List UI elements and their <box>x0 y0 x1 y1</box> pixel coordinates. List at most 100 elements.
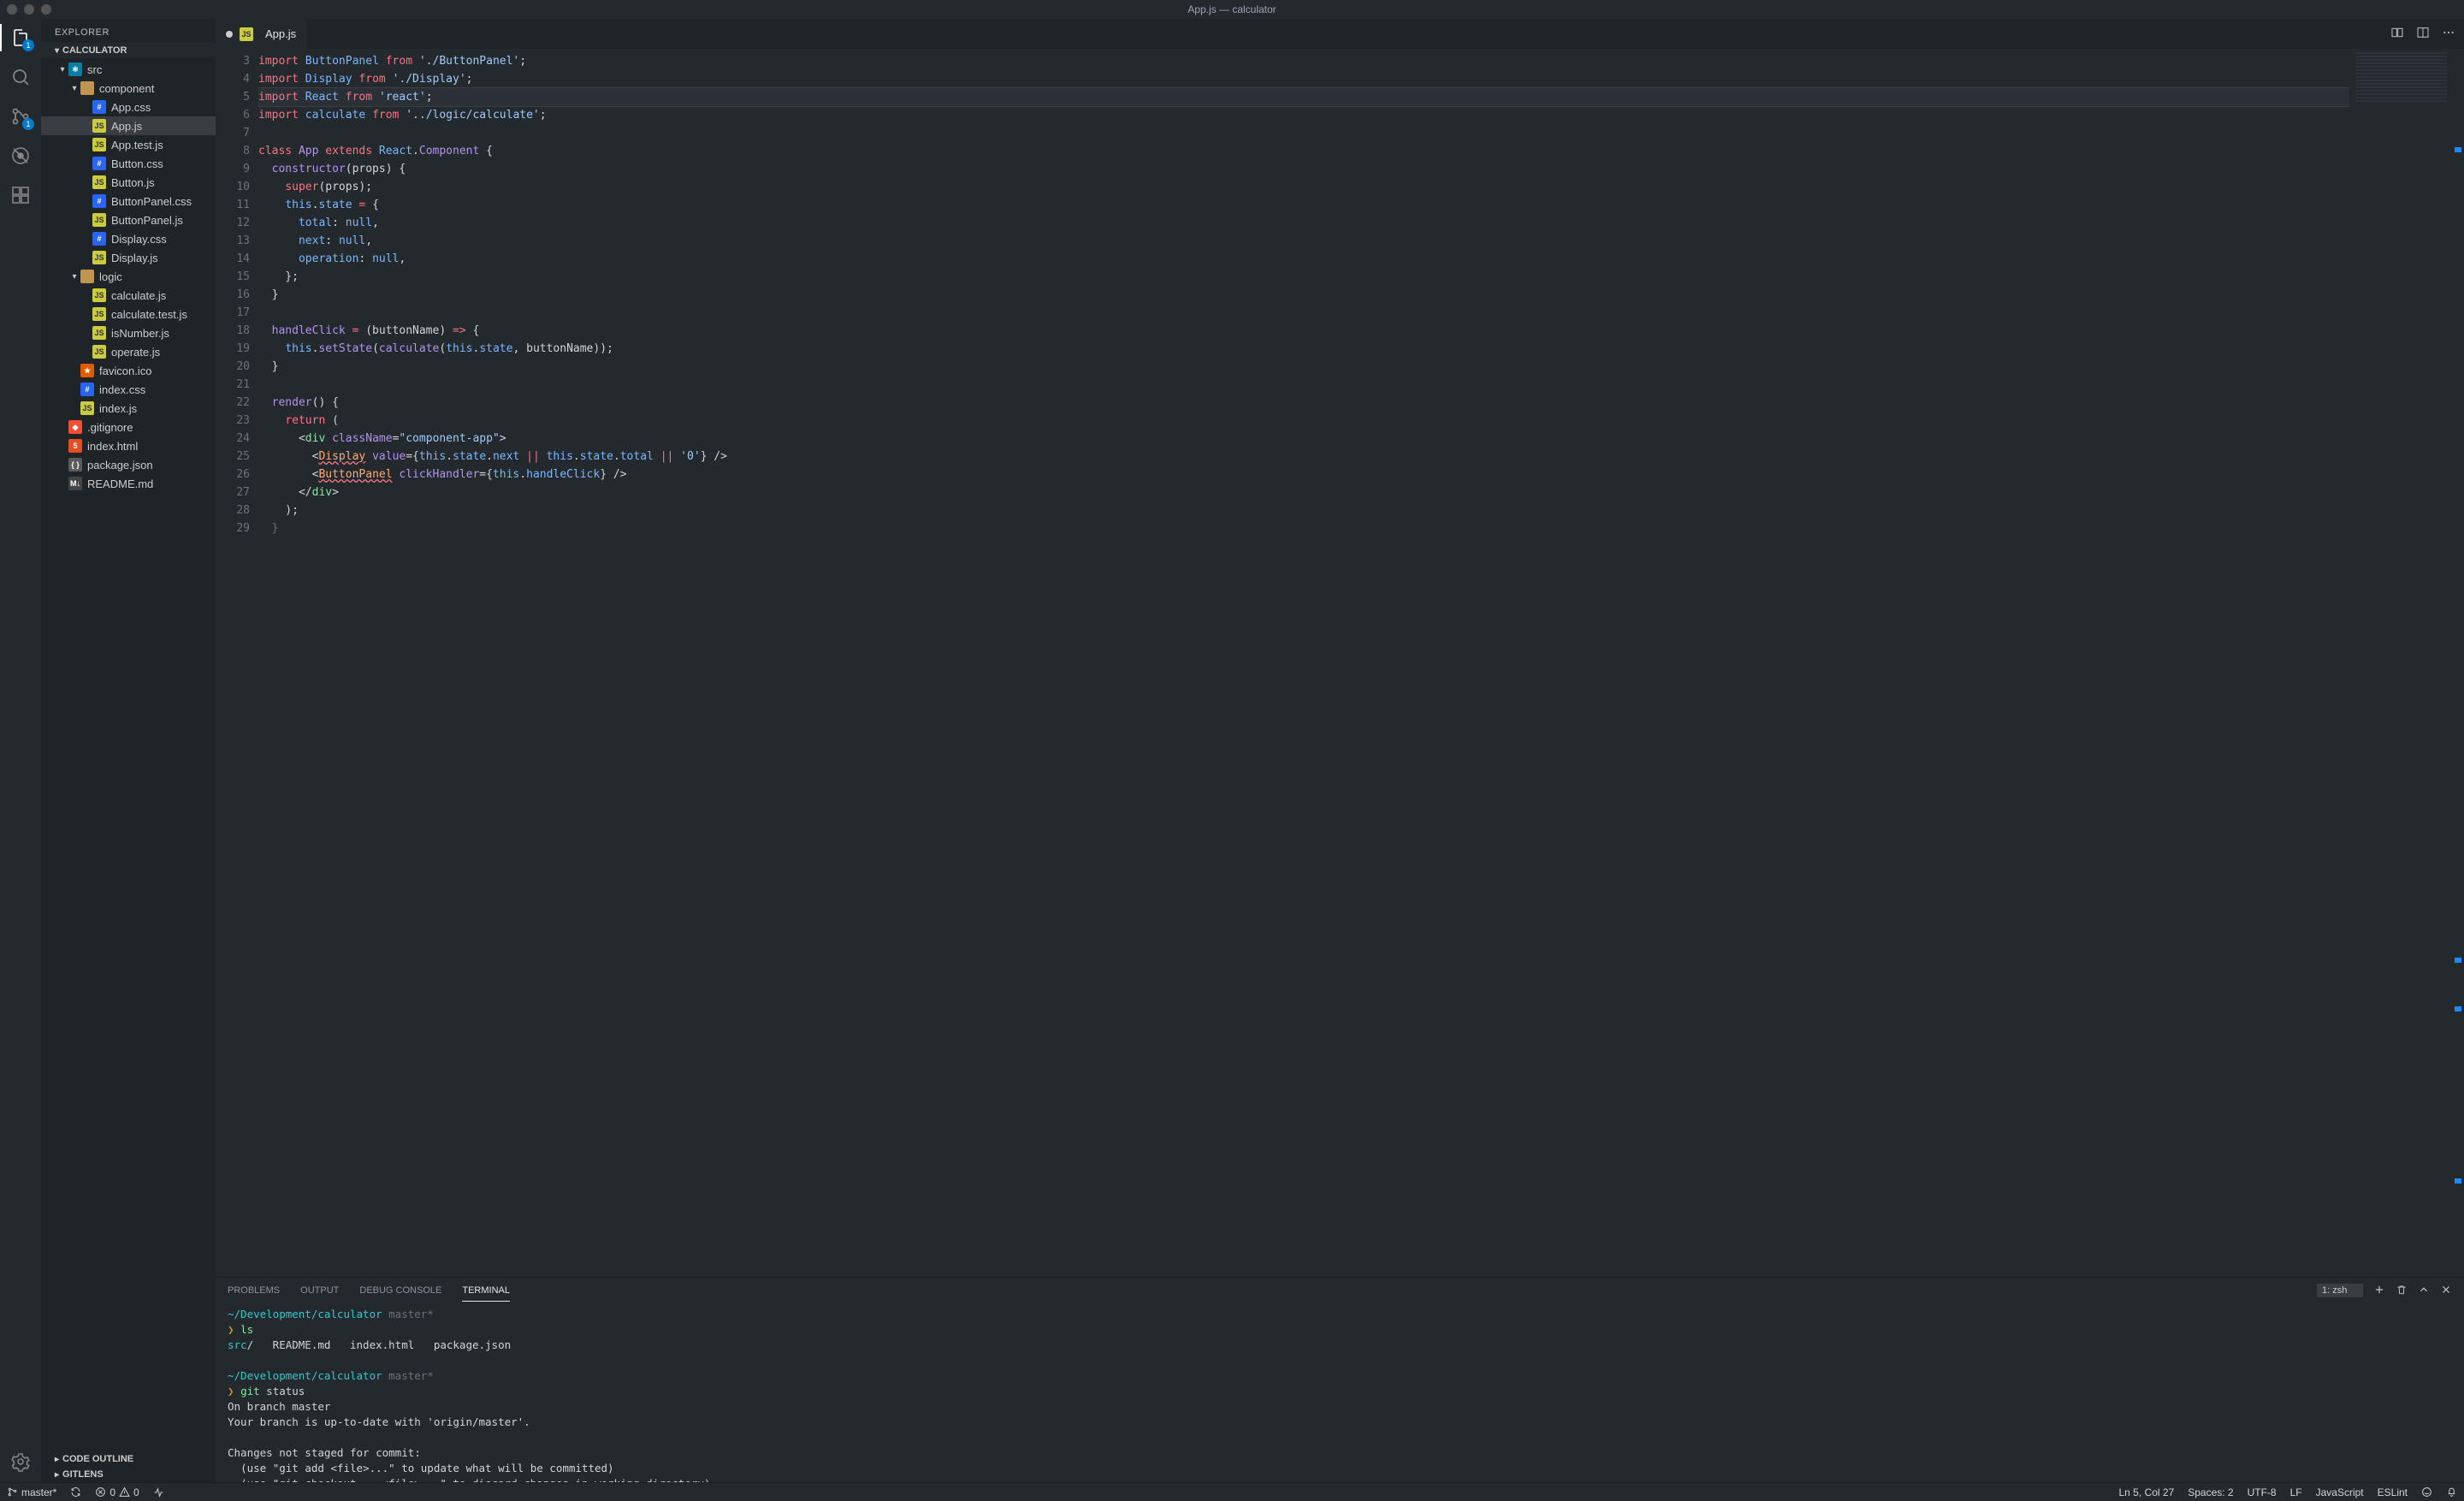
code-line[interactable]: constructor(props) { <box>258 160 2349 178</box>
code-line[interactable]: this.state = { <box>258 196 2349 214</box>
status-branch[interactable]: master* <box>0 1483 63 1501</box>
code-line[interactable]: import calculate from '../logic/calculat… <box>258 106 2349 124</box>
code-line[interactable] <box>258 376 2349 394</box>
file-row[interactable]: JSApp.js <box>41 116 216 135</box>
window-close-dot[interactable] <box>7 4 17 15</box>
code-line[interactable]: } <box>258 358 2349 376</box>
code-line[interactable]: <div className="component-app"> <box>258 430 2349 448</box>
file-row[interactable]: #index.css <box>41 380 216 399</box>
activity-extensions-icon[interactable] <box>9 183 33 207</box>
panel-tab-terminal[interactable]: TERMINAL <box>462 1280 510 1302</box>
file-row[interactable]: JSButtonPanel.js <box>41 211 216 229</box>
css-file-icon: # <box>92 157 106 170</box>
panel-tab-problems[interactable]: PROBLEMS <box>228 1280 280 1301</box>
code-line[interactable]: <Display value={this.state.next || this.… <box>258 448 2349 466</box>
status-live-icon[interactable] <box>146 1483 171 1501</box>
twisty-icon: ▾ <box>68 272 80 282</box>
editor-tab-appjs[interactable]: JS App.js <box>216 19 306 49</box>
window-zoom-dot[interactable] <box>41 4 51 15</box>
file-row[interactable]: JSApp.test.js <box>41 135 216 154</box>
file-row[interactable]: #Display.css <box>41 229 216 248</box>
file-row[interactable]: JSButton.js <box>41 173 216 192</box>
code-line[interactable]: render() { <box>258 394 2349 412</box>
status-sync[interactable] <box>63 1483 88 1501</box>
status-linter[interactable]: ESLint <box>2371 1486 2414 1498</box>
code-line[interactable]: ); <box>258 501 2349 519</box>
code-line[interactable]: total: null, <box>258 214 2349 232</box>
code-line[interactable]: } <box>258 286 2349 304</box>
activity-search-icon[interactable] <box>9 65 33 89</box>
file-row[interactable]: JSDisplay.js <box>41 248 216 267</box>
status-bell-icon[interactable] <box>2439 1486 2464 1498</box>
file-row[interactable]: #App.css <box>41 98 216 116</box>
sidebar-section-outline[interactable]: ▸ CODE OUTLINE <box>41 1451 216 1467</box>
file-row[interactable]: 5index.html <box>41 436 216 455</box>
activity-scm-icon[interactable]: 1 <box>9 104 33 128</box>
window-minimize-dot[interactable] <box>24 4 34 15</box>
kill-terminal-icon[interactable] <box>2396 1284 2408 1298</box>
bottom-panel: PROBLEMS OUTPUT DEBUG CONSOLE TERMINAL 1… <box>216 1277 2464 1482</box>
status-indentation[interactable]: Spaces: 2 <box>2181 1486 2240 1498</box>
code-line[interactable]: import React from 'react'; <box>258 88 2349 106</box>
code-line[interactable] <box>258 304 2349 322</box>
status-feedback-icon[interactable] <box>2414 1486 2439 1498</box>
activity-settings-icon[interactable] <box>9 1450 33 1474</box>
close-panel-icon[interactable] <box>2440 1284 2452 1298</box>
sidebar-section-gitlens[interactable]: ▸ GITLENS <box>41 1467 216 1482</box>
sidebar-section-project[interactable]: ▾ CALCULATOR <box>41 43 216 58</box>
code-line[interactable]: import ButtonPanel from './ButtonPanel'; <box>258 52 2349 70</box>
split-editor-icon[interactable] <box>2416 26 2430 42</box>
compare-changes-icon[interactable] <box>2390 26 2404 42</box>
code-area[interactable]: import ButtonPanel from './ButtonPanel';… <box>258 49 2349 1277</box>
file-row[interactable]: ★favicon.ico <box>41 361 216 380</box>
activity-explorer-icon[interactable]: 1 <box>9 26 33 50</box>
file-row[interactable]: JSindex.js <box>41 399 216 418</box>
status-language[interactable]: JavaScript <box>2309 1486 2371 1498</box>
terminal-shell-select[interactable]: 1: zsh <box>2317 1284 2363 1297</box>
file-row[interactable]: JSoperate.js <box>41 342 216 361</box>
editor[interactable]: 3456789101112131415161718192021222324252… <box>216 49 2464 1277</box>
code-line[interactable]: import Display from './Display'; <box>258 70 2349 88</box>
folder-row[interactable]: ▾⚛src <box>41 60 216 79</box>
folder-row[interactable]: ▾logic <box>41 267 216 286</box>
more-actions-icon[interactable] <box>2442 26 2455 42</box>
code-line[interactable]: } <box>258 519 2349 537</box>
panel-tab-output[interactable]: OUTPUT <box>300 1280 339 1301</box>
file-row[interactable]: #Button.css <box>41 154 216 173</box>
file-row[interactable]: #ButtonPanel.css <box>41 192 216 211</box>
panel-tab-debug-console[interactable]: DEBUG CONSOLE <box>359 1280 441 1301</box>
code-line[interactable]: </div> <box>258 484 2349 501</box>
overview-ruler[interactable] <box>2452 49 2464 1277</box>
status-problems[interactable]: 0 0 <box>88 1483 145 1501</box>
status-cursor-position[interactable]: Ln 5, Col 27 <box>2112 1486 2182 1498</box>
tree-item-label: index.css <box>99 383 145 396</box>
code-line[interactable]: handleClick = (buttonName) => { <box>258 322 2349 340</box>
activity-debug-icon[interactable] <box>9 144 33 168</box>
file-row[interactable]: { }package.json <box>41 455 216 474</box>
file-row[interactable]: JScalculate.test.js <box>41 305 216 323</box>
code-line[interactable]: <ButtonPanel clickHandler={this.handleCl… <box>258 466 2349 484</box>
code-line[interactable]: return ( <box>258 412 2349 430</box>
code-line[interactable]: this.setState(calculate(this.state, butt… <box>258 340 2349 358</box>
file-row[interactable]: ◆.gitignore <box>41 418 216 436</box>
maximize-panel-icon[interactable] <box>2418 1284 2430 1298</box>
new-terminal-icon[interactable] <box>2373 1284 2385 1298</box>
tree-item-label: isNumber.js <box>111 327 169 340</box>
code-line[interactable]: operation: null, <box>258 250 2349 268</box>
file-row[interactable]: M↓README.md <box>41 474 216 493</box>
status-encoding[interactable]: UTF-8 <box>2241 1486 2283 1498</box>
code-line[interactable]: super(props); <box>258 178 2349 196</box>
code-line[interactable]: class App extends React.Component { <box>258 142 2349 160</box>
file-row[interactable]: JSisNumber.js <box>41 323 216 342</box>
code-line[interactable]: next: null, <box>258 232 2349 250</box>
terminal-output[interactable]: ~/Development/calculator master*❯ lssrc/… <box>216 1303 2464 1482</box>
minimap[interactable] <box>2349 49 2452 1277</box>
file-tree[interactable]: ▾⚛src▾component#App.cssJSApp.jsJSApp.tes… <box>41 58 216 1451</box>
tree-item-label: calculate.js <box>111 289 166 302</box>
code-line[interactable]: }; <box>258 268 2349 286</box>
folder-row[interactable]: ▾component <box>41 79 216 98</box>
status-eol[interactable]: LF <box>2283 1486 2309 1498</box>
code-line[interactable] <box>258 124 2349 142</box>
file-row[interactable]: JScalculate.js <box>41 286 216 305</box>
tree-item-label: App.css <box>111 101 151 114</box>
